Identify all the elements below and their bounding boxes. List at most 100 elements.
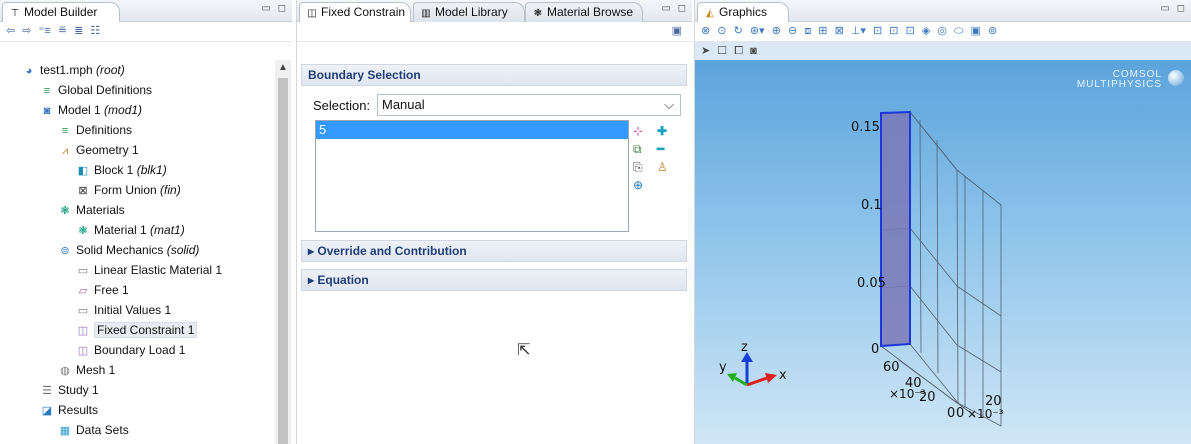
tree-item-label: Definitions: [76, 123, 133, 137]
zoom-to-selection-icon[interactable]: ⊕: [633, 176, 643, 194]
tree-item[interactable]: ❃ Materials: [58, 200, 125, 220]
tree-item[interactable]: ☰ Study 1: [40, 380, 99, 400]
expand-arrow-icon: ▸: [308, 273, 318, 287]
section-boundary-selection[interactable]: Boundary Selection: [301, 64, 687, 86]
zoom-extents-icon[interactable]: ⊠: [835, 25, 844, 37]
xy-view-icon[interactable]: ⊡: [873, 25, 882, 37]
screenshot-icon[interactable]: ◙: [750, 45, 757, 57]
tree-item[interactable]: ◍ Mesh 1: [58, 360, 115, 380]
tree-item-label: Global Definitions: [58, 83, 153, 97]
zoom-in-icon[interactable]: ⊕: [772, 25, 781, 37]
render-icon[interactable]: ▣: [971, 25, 981, 37]
tree-item[interactable]: ▭ Linear Elastic Material 1: [76, 260, 222, 280]
remove-icon[interactable]: ━: [657, 140, 668, 158]
tab-material-browser[interactable]: ❃ Material Browse: [525, 2, 643, 22]
scroll-up-icon[interactable]: ▲: [278, 62, 288, 73]
tree-item-tag: (mod1): [104, 103, 143, 117]
tab-graphics[interactable]: ◭ Graphics: [697, 2, 789, 22]
tree-item-tag: (fin): [160, 183, 181, 197]
window-controls[interactable]: ▭ ◻: [1160, 3, 1187, 14]
list-item[interactable]: 5: [316, 121, 628, 139]
section-override-contribution[interactable]: ▸ Override and Contribution: [301, 240, 687, 262]
axis-orientation-icon[interactable]: ⊥▾: [851, 25, 866, 37]
selection-dropdown[interactable]: Manual ⌵: [377, 94, 681, 116]
tree-item-label: Materials: [76, 203, 125, 217]
zoom-out-icon[interactable]: ⊖: [788, 25, 797, 37]
tree-item[interactable]: ◙ Model 1 (mod1): [40, 100, 142, 120]
tree-item[interactable]: ≡ Global Definitions: [40, 80, 152, 100]
tree-item-label: Model 1: [58, 103, 101, 117]
tree-item[interactable]: ▭ Initial Values 1: [76, 300, 171, 320]
window-controls[interactable]: ▭ ◻: [661, 3, 688, 14]
section-equation[interactable]: ▸ Equation: [301, 269, 687, 291]
tree-item-label: Material 1: [94, 223, 147, 237]
x-tick-label: 0: [947, 406, 956, 421]
view-settings-icon[interactable]: ⊛▾: [750, 25, 765, 37]
help-icon[interactable]: ▣: [672, 24, 682, 37]
select-box-icon[interactable]: ☐: [717, 45, 727, 57]
z-tick-label: 0: [871, 342, 880, 357]
window-controls[interactable]: ▭ ◻: [261, 3, 288, 14]
x-exponent-label: ×10⁻³: [967, 407, 1004, 421]
selected-boundary-face: [880, 110, 911, 348]
refresh-icon[interactable]: ↻: [734, 25, 743, 37]
collapse-all-icon[interactable]: ≝: [58, 25, 67, 37]
tree-item[interactable]: ◪ Results: [40, 400, 98, 420]
tree-item[interactable]: ◕ test1.mph (root): [22, 60, 125, 80]
forward-arrow-icon[interactable]: ⇨: [22, 25, 31, 37]
triad-y-label: y: [719, 360, 727, 375]
copy-selection-icon[interactable]: ⧉: [633, 140, 643, 158]
select-boundaries-icon[interactable]: ⧠: [734, 45, 743, 57]
add-icon[interactable]: ✚: [657, 122, 668, 140]
tree-item-label: Solid Mechanics: [76, 243, 164, 257]
tab-fixed-constraint[interactable]: ◫ Fixed Constrain: [299, 2, 411, 22]
boundary-load-icon: ◫: [77, 345, 89, 357]
tree-item-tag: (blk1): [136, 163, 167, 177]
tab-model-builder[interactable]: ⊤ Model Builder: [2, 2, 120, 22]
tree-item-label: Block 1: [94, 163, 134, 177]
wireframe-icon[interactable]: ◈: [922, 25, 930, 37]
tab-model-library[interactable]: ▥ Model Library: [413, 2, 525, 22]
tree-item-tag: (root): [96, 63, 125, 77]
expand-all-icon[interactable]: ⁼≡: [39, 25, 51, 37]
tree-item[interactable]: ▱ Free 1: [76, 280, 129, 300]
tree-item[interactable]: ≡ Definitions: [58, 120, 132, 140]
zx-view-icon[interactable]: ⊡: [906, 25, 915, 37]
tree-item[interactable]: ⊠ Form Union (fin): [76, 180, 181, 200]
transparency-icon[interactable]: ◎: [937, 25, 947, 37]
export-image-icon[interactable]: ⊚: [988, 25, 997, 37]
scene-light-icon[interactable]: ⬭: [954, 25, 963, 37]
back-arrow-icon[interactable]: ⇦: [6, 25, 15, 37]
tree-item-label: Study 1: [58, 383, 99, 397]
tree-item-label: Free 1: [94, 283, 129, 297]
toggle-visibility-icon[interactable]: ⊙: [717, 25, 726, 37]
tree-item[interactable]: ⊜ Solid Mechanics (solid): [58, 240, 199, 260]
tree-item[interactable]: ⩘ Geometry 1: [58, 140, 139, 160]
sort-icon[interactable]: ☷: [90, 25, 100, 37]
zoom-box-icon[interactable]: ⧈: [804, 25, 811, 37]
tree-item[interactable]: ◫ Fixed Constraint 1: [76, 320, 198, 340]
active-selection-icon[interactable]: ⊹: [633, 122, 643, 140]
model-builder-panel: ⊤ Model Builder ▭ ◻ ⇦ ⇨ ⁼≡ ≝ ≣ ☷ ◕ test1.m…: [0, 0, 292, 444]
geometry-icon: ⩘: [61, 145, 69, 157]
select-pointer-icon[interactable]: ➤: [701, 45, 710, 57]
paste-selection-icon[interactable]: ⎘: [633, 158, 643, 176]
tree-item[interactable]: ◧ Block 1 (blk1): [76, 160, 167, 180]
show-more-icon[interactable]: ≣: [74, 25, 83, 37]
mesh-icon: ◍: [60, 365, 70, 377]
tree-item[interactable]: ◫ Boundary Load 1: [76, 340, 186, 360]
scroll-thumb[interactable]: [278, 78, 288, 444]
clear-selection-icon[interactable]: ♙: [657, 158, 668, 176]
graphics-canvas[interactable]: COMSOL MULTIPHYSICS 0.15 0.1 0.05 0 60 4…: [695, 60, 1191, 444]
geometry-view: [727, 110, 1002, 427]
model-icon: ◙: [43, 105, 51, 117]
tree-item[interactable]: ❃ Material 1 (mat1): [76, 220, 184, 240]
go-to-default-view-icon[interactable]: ⊗: [701, 25, 710, 37]
zoom-selected-icon[interactable]: ⊞: [818, 25, 827, 37]
selection-list[interactable]: 5: [315, 120, 629, 232]
mph-file-icon: ◕: [25, 65, 33, 77]
initial-values-icon: ▭: [77, 305, 89, 317]
tree-scrollbar[interactable]: ▲: [275, 60, 291, 444]
tree-item[interactable]: ▦ Data Sets: [58, 420, 129, 440]
yz-view-icon[interactable]: ⊡: [889, 25, 898, 37]
